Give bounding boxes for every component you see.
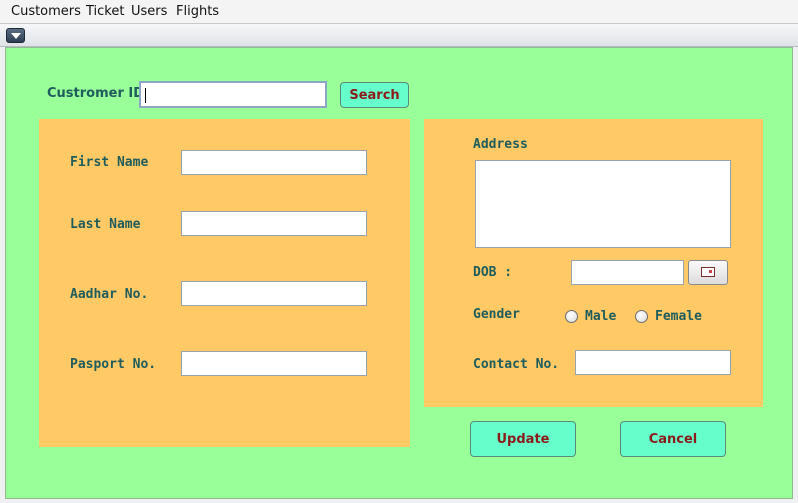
gender-female-label: Female bbox=[655, 309, 702, 324]
menu-users[interactable]: Users bbox=[131, 4, 167, 19]
passport-label: Pasport No. bbox=[70, 357, 157, 372]
personal-info-panel: First Name Last Name Aadhar No. Pasport … bbox=[39, 119, 410, 447]
address-label: Address bbox=[473, 137, 528, 152]
update-button[interactable]: Update bbox=[470, 421, 576, 457]
update-customer-form: Custromer ID Search First Name Last Name… bbox=[5, 47, 793, 499]
first-name-label: First Name bbox=[70, 155, 149, 170]
aadhar-label: Aadhar No. bbox=[70, 287, 149, 302]
passport-field[interactable] bbox=[181, 351, 367, 376]
calendar-icon bbox=[701, 267, 715, 277]
gender-male-radio[interactable] bbox=[565, 310, 578, 323]
menu-customers[interactable]: Customers bbox=[11, 4, 81, 19]
customer-id-input[interactable] bbox=[139, 81, 327, 108]
contact-no-field[interactable] bbox=[575, 350, 731, 375]
contact-no-label: Contact No. bbox=[473, 357, 560, 372]
system-menu-button[interactable] bbox=[6, 28, 25, 43]
menu-flights[interactable]: Flights bbox=[176, 4, 219, 19]
gender-male-label: Male bbox=[585, 309, 617, 324]
internal-frame-title-bar bbox=[0, 24, 798, 47]
last-name-label: Last Name bbox=[70, 217, 141, 232]
dob-label: DOB : bbox=[473, 265, 513, 280]
contact-info-panel: Address DOB : Gender Male Female Contact… bbox=[424, 119, 763, 407]
gender-label: Gender bbox=[473, 307, 520, 322]
address-textarea[interactable] bbox=[475, 160, 731, 248]
text-caret bbox=[145, 88, 146, 103]
dob-field[interactable] bbox=[571, 260, 684, 285]
date-picker-button[interactable] bbox=[688, 260, 728, 285]
gender-female-radio[interactable] bbox=[635, 310, 648, 323]
customer-id-label: Custromer ID bbox=[47, 86, 145, 101]
chevron-down-icon bbox=[11, 33, 21, 39]
aadhar-field[interactable] bbox=[181, 281, 367, 306]
first-name-field[interactable] bbox=[181, 150, 367, 175]
search-button[interactable]: Search bbox=[340, 82, 409, 108]
last-name-field[interactable] bbox=[181, 211, 367, 236]
menu-bar: Customers Ticket Users Flights bbox=[0, 0, 798, 24]
menu-ticket[interactable]: Ticket bbox=[86, 4, 124, 19]
cancel-button[interactable]: Cancel bbox=[620, 421, 726, 457]
